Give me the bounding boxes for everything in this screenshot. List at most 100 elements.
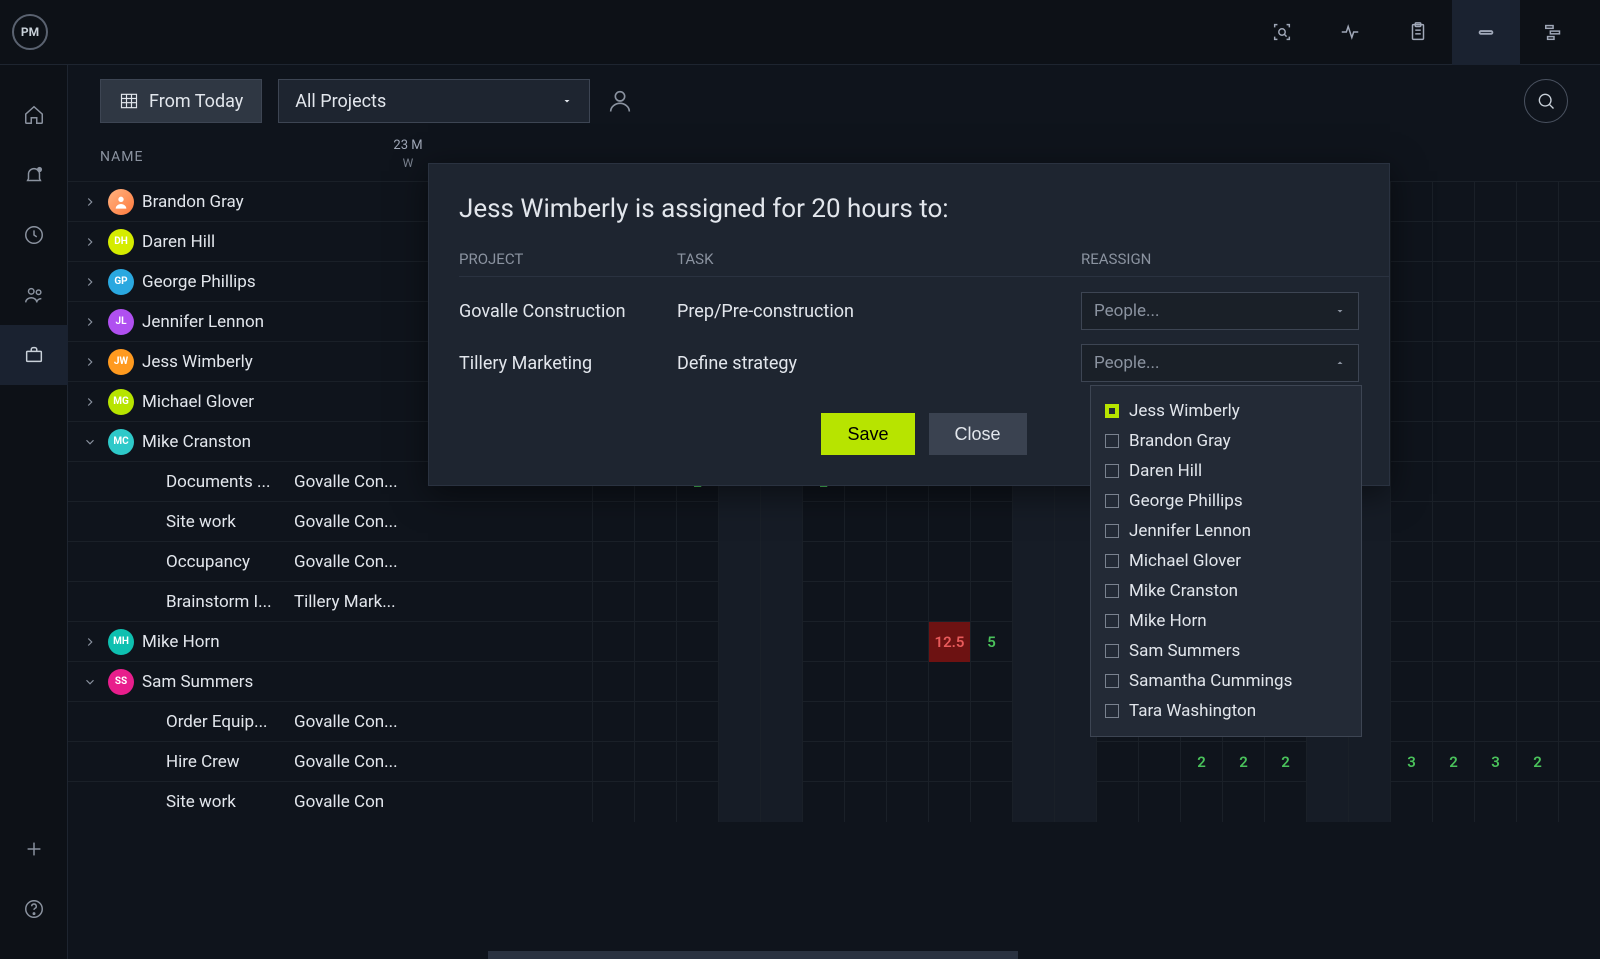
workload-cell[interactable] bbox=[676, 662, 718, 702]
workload-cell[interactable] bbox=[1432, 542, 1474, 582]
workload-cell[interactable] bbox=[1432, 182, 1474, 222]
workload-cell[interactable] bbox=[1432, 782, 1474, 822]
workload-cell[interactable] bbox=[1516, 262, 1558, 302]
workload-cell[interactable] bbox=[928, 542, 970, 582]
workload-cell[interactable] bbox=[802, 742, 844, 782]
workload-cell[interactable] bbox=[1474, 782, 1516, 822]
workload-cell[interactable] bbox=[1474, 382, 1516, 422]
workload-cell[interactable] bbox=[1516, 302, 1558, 342]
rail-portfolio[interactable] bbox=[0, 325, 68, 385]
workload-cell[interactable] bbox=[1012, 502, 1054, 542]
workload-cell[interactable] bbox=[1474, 342, 1516, 382]
workload-cell[interactable] bbox=[718, 542, 760, 582]
workload-cell[interactable] bbox=[718, 782, 760, 822]
top-icon-workload[interactable] bbox=[1452, 0, 1520, 65]
workload-cell[interactable]: 5 bbox=[970, 622, 1012, 662]
workload-cell[interactable] bbox=[676, 582, 718, 622]
dropdown-item[interactable]: George Phillips bbox=[1105, 486, 1347, 516]
workload-cell[interactable] bbox=[844, 582, 886, 622]
workload-cell[interactable] bbox=[1558, 462, 1600, 502]
workload-cell[interactable] bbox=[886, 662, 928, 702]
workload-cell[interactable]: 3 bbox=[1390, 742, 1432, 782]
workload-cell[interactable] bbox=[760, 502, 802, 542]
workload-cell[interactable] bbox=[1348, 742, 1390, 782]
workload-cell[interactable] bbox=[1474, 622, 1516, 662]
workload-cell[interactable] bbox=[1516, 422, 1558, 462]
workload-cell[interactable] bbox=[1012, 662, 1054, 702]
workload-cell[interactable] bbox=[592, 742, 634, 782]
project-select[interactable]: All Projects bbox=[278, 79, 590, 123]
expand-toggle[interactable] bbox=[80, 675, 100, 689]
checkbox[interactable] bbox=[1105, 584, 1119, 598]
workload-cell[interactable] bbox=[1432, 382, 1474, 422]
workload-cell[interactable] bbox=[1474, 702, 1516, 742]
workload-cell[interactable] bbox=[928, 662, 970, 702]
reassign-select-open[interactable]: People... bbox=[1081, 344, 1359, 382]
workload-cell[interactable] bbox=[970, 662, 1012, 702]
workload-cell[interactable] bbox=[886, 702, 928, 742]
workload-cell[interactable] bbox=[1012, 782, 1054, 822]
dropdown-item[interactable]: Jennifer Lennon bbox=[1105, 516, 1347, 546]
expand-toggle[interactable] bbox=[80, 275, 100, 289]
workload-cell[interactable] bbox=[1516, 382, 1558, 422]
workload-cell[interactable] bbox=[970, 742, 1012, 782]
dropdown-item[interactable]: Mike Cranston bbox=[1105, 576, 1347, 606]
workload-cell[interactable] bbox=[592, 702, 634, 742]
workload-cell[interactable] bbox=[1516, 182, 1558, 222]
checkbox[interactable] bbox=[1105, 524, 1119, 538]
workload-cell[interactable] bbox=[970, 542, 1012, 582]
workload-cell[interactable] bbox=[1474, 422, 1516, 462]
workload-cell[interactable] bbox=[1432, 622, 1474, 662]
workload-cell[interactable] bbox=[760, 742, 802, 782]
workload-cell[interactable] bbox=[1558, 262, 1600, 302]
checkbox[interactable] bbox=[1105, 674, 1119, 688]
workload-cell[interactable] bbox=[844, 702, 886, 742]
workload-cell[interactable] bbox=[844, 542, 886, 582]
workload-cell[interactable] bbox=[592, 622, 634, 662]
rail-home[interactable] bbox=[0, 85, 68, 145]
workload-cell[interactable] bbox=[1474, 302, 1516, 342]
workload-cell[interactable] bbox=[1516, 582, 1558, 622]
top-icon-activity[interactable] bbox=[1316, 0, 1384, 65]
workload-cell[interactable] bbox=[1558, 702, 1600, 742]
rail-team[interactable] bbox=[0, 265, 68, 325]
dropdown-item[interactable]: Daren Hill bbox=[1105, 456, 1347, 486]
workload-cell[interactable] bbox=[1432, 222, 1474, 262]
workload-cell[interactable] bbox=[1432, 702, 1474, 742]
workload-cell[interactable] bbox=[1390, 262, 1432, 302]
workload-cell[interactable] bbox=[1390, 662, 1432, 702]
expand-toggle[interactable] bbox=[80, 435, 100, 449]
workload-cell[interactable] bbox=[1474, 662, 1516, 702]
dropdown-item[interactable]: Brandon Gray bbox=[1105, 426, 1347, 456]
workload-cell[interactable] bbox=[1474, 182, 1516, 222]
workload-cell[interactable] bbox=[1096, 742, 1138, 782]
workload-cell[interactable]: 2 bbox=[1516, 742, 1558, 782]
horizontal-scrollbar[interactable] bbox=[488, 951, 1018, 959]
workload-cell[interactable] bbox=[676, 702, 718, 742]
workload-cell[interactable] bbox=[1390, 702, 1432, 742]
workload-cell[interactable] bbox=[592, 662, 634, 702]
workload-cell[interactable] bbox=[1390, 342, 1432, 382]
workload-cell[interactable] bbox=[1558, 742, 1600, 782]
workload-cell[interactable]: 12.5 bbox=[928, 622, 970, 662]
workload-cell[interactable] bbox=[1390, 502, 1432, 542]
workload-cell[interactable] bbox=[886, 782, 928, 822]
workload-cell[interactable] bbox=[1474, 542, 1516, 582]
workload-cell[interactable] bbox=[1390, 182, 1432, 222]
workload-cell[interactable] bbox=[1432, 582, 1474, 622]
workload-cell[interactable] bbox=[802, 502, 844, 542]
workload-cell[interactable] bbox=[886, 742, 928, 782]
workload-cell[interactable] bbox=[928, 782, 970, 822]
workload-cell[interactable] bbox=[676, 502, 718, 542]
workload-cell[interactable] bbox=[1222, 782, 1264, 822]
expand-toggle[interactable] bbox=[80, 195, 100, 209]
workload-cell[interactable] bbox=[1390, 542, 1432, 582]
workload-cell[interactable] bbox=[844, 782, 886, 822]
workload-cell[interactable] bbox=[592, 502, 634, 542]
workload-cell[interactable] bbox=[886, 582, 928, 622]
workload-cell[interactable] bbox=[760, 662, 802, 702]
expand-toggle[interactable] bbox=[80, 395, 100, 409]
workload-cell[interactable] bbox=[1054, 742, 1096, 782]
workload-cell[interactable] bbox=[1390, 782, 1432, 822]
workload-cell[interactable] bbox=[844, 662, 886, 702]
